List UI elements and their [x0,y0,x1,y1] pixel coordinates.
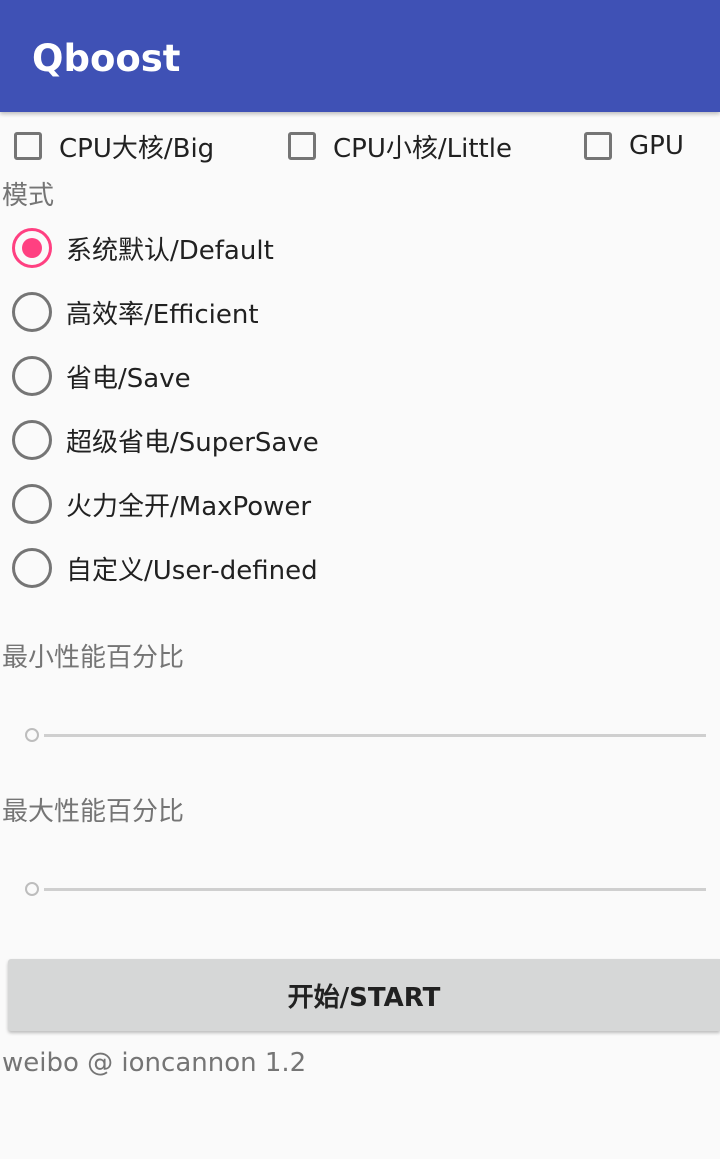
min-perf-label: 最小性能百分比 [2,643,185,673]
radio-selected-dot [22,238,42,258]
checkbox-big-core-label: CPU大核/Big [59,133,215,164]
max-perf-slider-track[interactable] [44,888,706,891]
radio-userdefined[interactable]: 自定义/User-defined [12,546,318,590]
radio-default-circle[interactable] [12,228,52,268]
checkbox-big-core[interactable]: CPU大核/Big [14,124,214,168]
radio-supersave-label: 超级省电/SuperSave [66,427,319,458]
radio-maxpower[interactable]: 火力全开/MaxPower [12,482,311,526]
radio-supersave-circle[interactable] [12,420,52,460]
start-button[interactable]: 开始/START [8,959,720,1031]
radio-maxpower-label: 火力全开/MaxPower [66,491,312,522]
checkbox-gpu-box[interactable] [584,132,612,160]
radio-maxpower-circle[interactable] [12,484,52,524]
footer-credit: weibo @ ioncannon 1.2 [2,1048,307,1078]
radio-efficient-circle[interactable] [12,292,52,332]
radio-default[interactable]: 系统默认/Default [12,226,274,270]
checkbox-gpu-label: GPU [629,131,684,161]
radio-efficient[interactable]: 高效率/Efficient [12,290,259,334]
radio-efficient-label: 高效率/Efficient [66,299,259,330]
max-perf-label: 最大性能百分比 [2,797,185,827]
min-perf-slider-track[interactable] [44,734,706,737]
checkbox-little-core-label: CPU小核/Little [333,133,512,164]
radio-userdefined-label: 自定义/User-defined [66,555,318,586]
core-options: CPU大核/Big CPU小核/Little GPU [0,124,720,168]
radio-userdefined-circle[interactable] [12,548,52,588]
radio-supersave[interactable]: 超级省电/SuperSave [12,418,319,462]
checkbox-little-core-box[interactable] [288,132,316,160]
radio-save-label: 省电/Save [66,363,191,394]
checkbox-big-core-box[interactable] [14,132,42,160]
max-perf-slider-thumb[interactable] [25,882,39,896]
mode-label: 模式 [2,181,55,211]
radio-save[interactable]: 省电/Save [12,354,191,398]
min-perf-slider-thumb[interactable] [25,728,39,742]
checkbox-gpu[interactable]: GPU [584,124,684,168]
radio-default-label: 系统默认/Default [66,235,274,266]
app-bar: Qboost [0,0,720,112]
app-title: Qboost [32,37,181,80]
max-perf-slider[interactable] [24,879,706,899]
checkbox-little-core[interactable]: CPU小核/Little [288,124,512,168]
min-perf-slider[interactable] [24,725,706,745]
radio-save-circle[interactable] [12,356,52,396]
